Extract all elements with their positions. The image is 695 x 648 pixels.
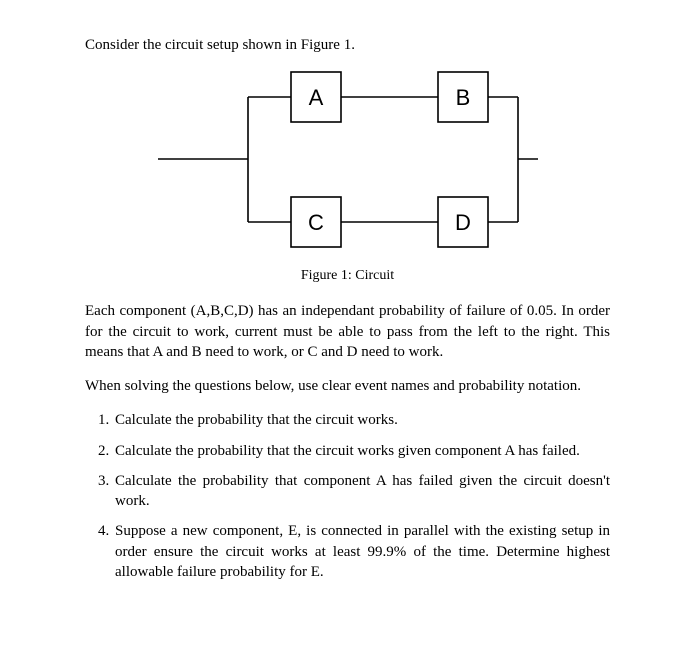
- box-c-label: C: [308, 210, 324, 235]
- intro-text: Consider the circuit setup shown in Figu…: [85, 35, 610, 55]
- paragraph-2: When solving the questions below, use cl…: [85, 376, 610, 396]
- question-1: Calculate the probability that the circu…: [113, 410, 610, 430]
- figure-caption: Figure 1: Circuit: [85, 267, 610, 286]
- question-list: Calculate the probability that the circu…: [85, 410, 610, 582]
- question-3: Calculate the probability that component…: [113, 471, 610, 512]
- figure-container: A B C D: [85, 67, 610, 258]
- paragraph-1: Each component (A,B,C,D) has an independ…: [85, 301, 610, 362]
- page-content: Consider the circuit setup shown in Figu…: [0, 0, 695, 612]
- question-4: Suppose a new component, E, is connected…: [113, 521, 610, 582]
- box-b-label: B: [455, 85, 470, 110]
- box-d-label: D: [455, 210, 471, 235]
- box-a-label: A: [308, 85, 323, 110]
- question-2: Calculate the probability that the circu…: [113, 441, 610, 461]
- circuit-figure: A B C D: [158, 67, 538, 252]
